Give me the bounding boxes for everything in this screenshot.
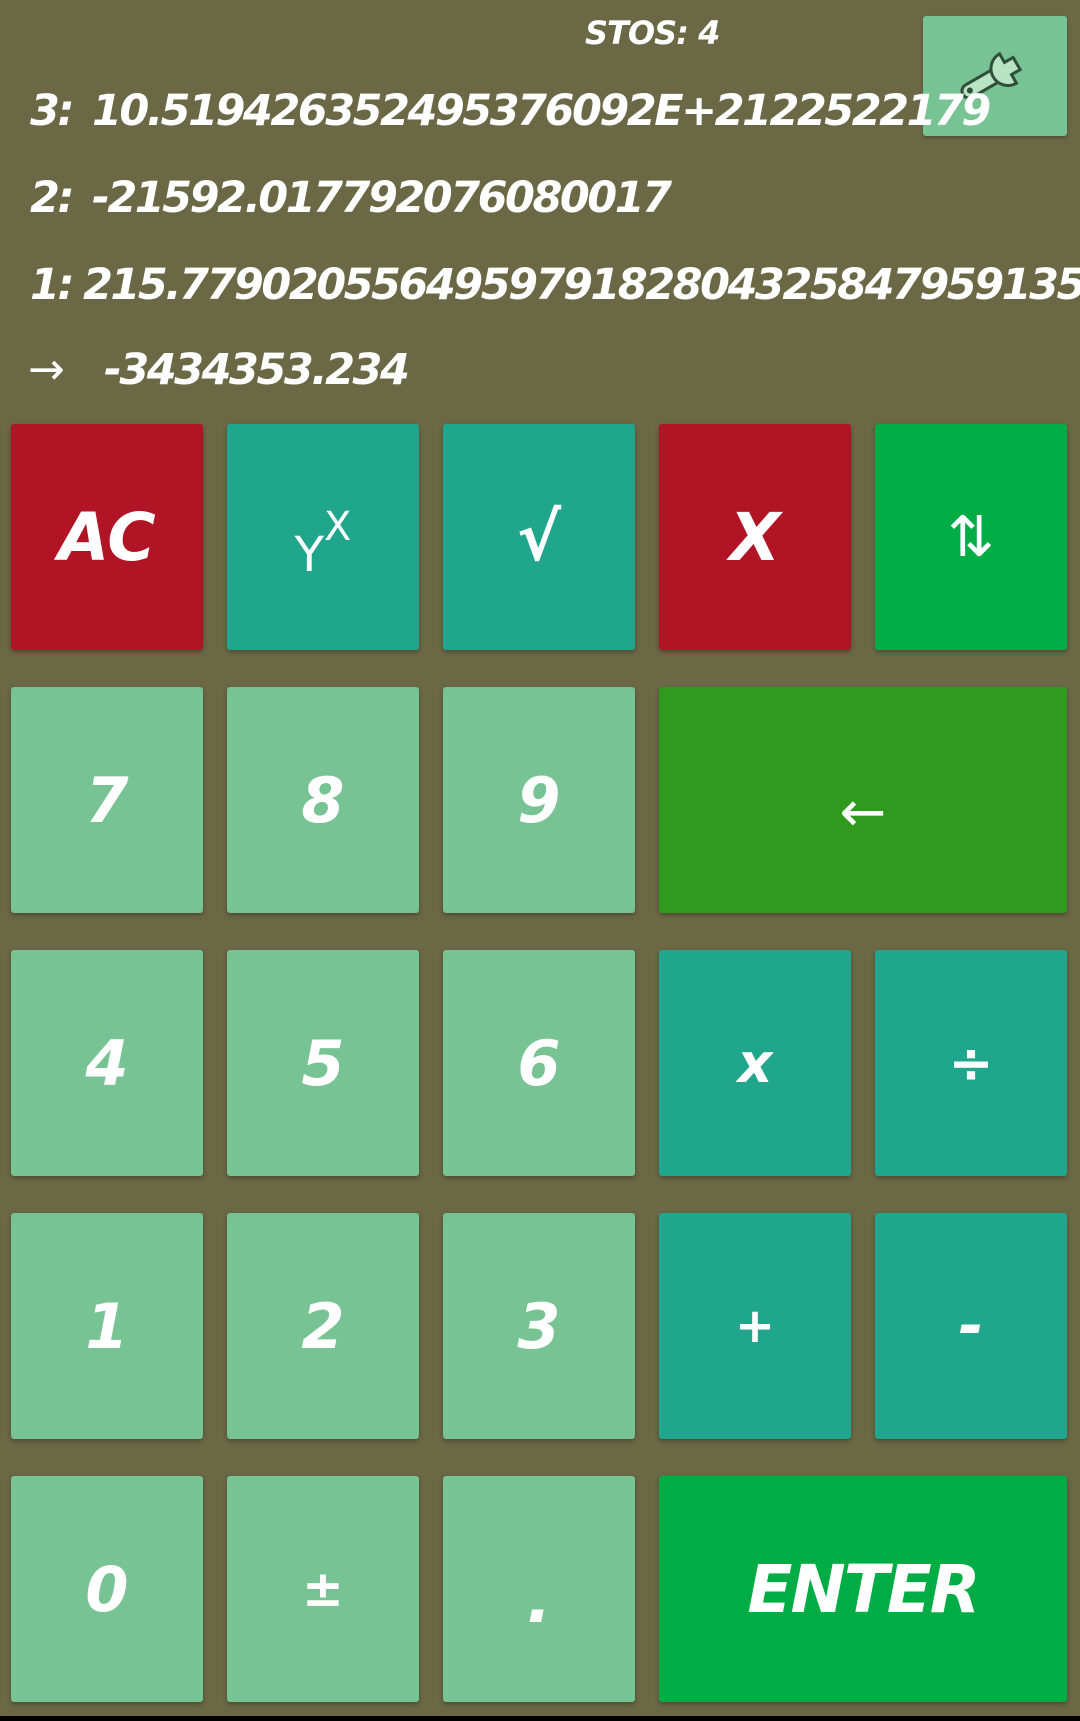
all-clear-button[interactable]: AC (11, 424, 203, 650)
power-base: Y (294, 527, 324, 583)
divide-label: ÷ (948, 1031, 994, 1095)
subtract-button[interactable]: - (875, 1213, 1067, 1439)
stack-row-value: 10.519426352495376092E+2122522179 (92, 86, 991, 136)
enter-label: ENTER (747, 1550, 980, 1628)
sqrt-button[interactable]: √ (443, 424, 635, 650)
all-clear-label: AC (58, 498, 156, 576)
decimal-point-button[interactable]: . (443, 1476, 635, 1702)
negate-label: ± (302, 1560, 344, 1618)
digit-9-button[interactable]: 9 (443, 687, 635, 913)
negate-button[interactable]: ± (227, 1476, 419, 1702)
digit-1-button[interactable]: 1 (11, 1213, 203, 1439)
digit-0-button[interactable]: 0 (11, 1476, 203, 1702)
sqrt-label: √ (516, 498, 562, 576)
stack-row-label: 3: (30, 86, 75, 136)
stack-row-1: 1: 215.779020556495979182804325847959135 (30, 260, 1080, 310)
divide-button[interactable]: ÷ (875, 950, 1067, 1176)
digit-7-button[interactable]: 7 (11, 687, 203, 913)
digit-label: 7 (85, 763, 129, 837)
stack-row-label: 2: (30, 173, 75, 223)
subtract-label: - (958, 1291, 984, 1361)
stos-count: 4 (698, 14, 720, 52)
stack-row-label: 1: (30, 260, 75, 310)
digit-label: 1 (85, 1289, 129, 1363)
digit-6-button[interactable]: 6 (443, 950, 635, 1176)
multiply-button[interactable]: x (659, 950, 851, 1176)
stack-display: STOS: 4 3: 10.519426352495376092E+2122522… (0, 0, 1080, 410)
enter-button[interactable]: ENTER (659, 1476, 1067, 1702)
input-value: -3434353.234 (104, 345, 410, 395)
power-button[interactable]: YX (227, 424, 419, 650)
swap-icon: ⇅ (947, 504, 995, 570)
stack-row-3: 3: 10.519426352495376092E+2122522179 (30, 86, 991, 136)
digit-label: 6 (517, 1026, 561, 1100)
decimal-point-label: . (526, 1560, 552, 1638)
digit-label: 4 (85, 1026, 129, 1100)
drop-button[interactable]: X (659, 424, 851, 650)
digit-label: 5 (301, 1026, 345, 1100)
add-button[interactable]: + (659, 1213, 851, 1439)
digit-2-button[interactable]: 2 (227, 1213, 419, 1439)
add-label: + (734, 1298, 776, 1354)
digit-8-button[interactable]: 8 (227, 687, 419, 913)
bottom-edge (0, 1716, 1080, 1721)
swap-button[interactable]: ⇅ (875, 424, 1067, 650)
digit-label: 3 (517, 1289, 561, 1363)
digit-3-button[interactable]: 3 (443, 1213, 635, 1439)
digit-label: 9 (517, 763, 561, 837)
digit-label: 0 (85, 1552, 129, 1626)
digit-4-button[interactable]: 4 (11, 950, 203, 1176)
multiply-label: x (737, 1031, 773, 1095)
input-line: → -3434353.234 (28, 344, 410, 395)
backspace-button[interactable]: ← (659, 687, 1067, 913)
stack-row-value: -21592.017792076080017 (92, 173, 672, 223)
stack-row-2: 2: -21592.017792076080017 (30, 173, 672, 223)
digit-5-button[interactable]: 5 (227, 950, 419, 1176)
drop-label: X (729, 498, 781, 576)
input-arrow-icon: → (28, 344, 65, 395)
stack-count: STOS: 4 (585, 14, 720, 52)
backspace-icon: ← (839, 779, 887, 845)
stack-row-value: 215.779020556495979182804325847959135 (83, 260, 1080, 310)
digit-label: 2 (301, 1289, 345, 1363)
power-exponent: X (323, 504, 352, 550)
stos-label: STOS: (585, 14, 689, 52)
digit-label: 8 (301, 763, 345, 837)
